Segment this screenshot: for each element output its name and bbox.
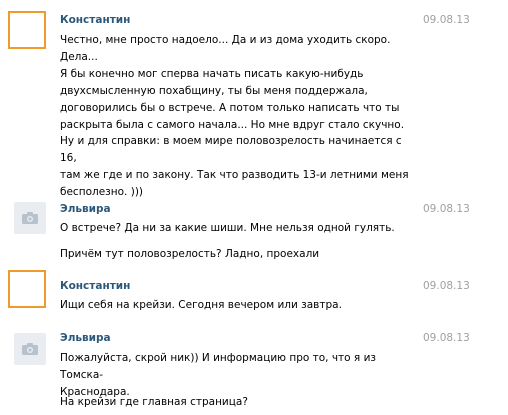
message-item: Константин 09.08.13 Честно, мне просто н…	[0, 0, 508, 198]
message-item: Эльвира 09.08.13 О встрече? Да ни за как…	[0, 190, 508, 270]
avatar[interactable]	[8, 270, 46, 308]
avatar[interactable]	[14, 333, 46, 365]
message-author[interactable]: Эльвира	[60, 203, 111, 215]
message-paragraph: О встрече? Да ни за какие шиши. Мне нель…	[60, 222, 395, 234]
message-date[interactable]: 09.08.13	[423, 280, 470, 292]
avatar[interactable]	[14, 202, 46, 234]
message-date[interactable]: 09.08.13	[423, 14, 470, 26]
camera-icon	[22, 343, 38, 355]
avatar[interactable]	[8, 11, 46, 49]
message-item: Эльвира 09.08.13 Пожалуйста, скрой ник))…	[0, 322, 508, 415]
message-author[interactable]: Константин	[60, 14, 130, 26]
message-paragraph: Честно, мне просто надоело... Да и из до…	[60, 34, 405, 131]
message-item: Константин 09.08.13 Ищи себя на крейзи. …	[0, 270, 508, 322]
message-paragraph: Ищи себя на крейзи. Сегодня вечером или …	[60, 299, 342, 311]
message-author[interactable]: Эльвира	[60, 332, 111, 344]
message-paragraph: Причём тут половозрелость? Ладно, проеха…	[60, 248, 320, 260]
message-date[interactable]: 09.08.13	[423, 203, 470, 215]
message-date[interactable]: 09.08.13	[423, 332, 470, 344]
message-paragraph: На крейзи где главная страница?	[60, 396, 248, 408]
camera-icon	[22, 212, 38, 224]
message-author[interactable]: Константин	[60, 280, 130, 292]
